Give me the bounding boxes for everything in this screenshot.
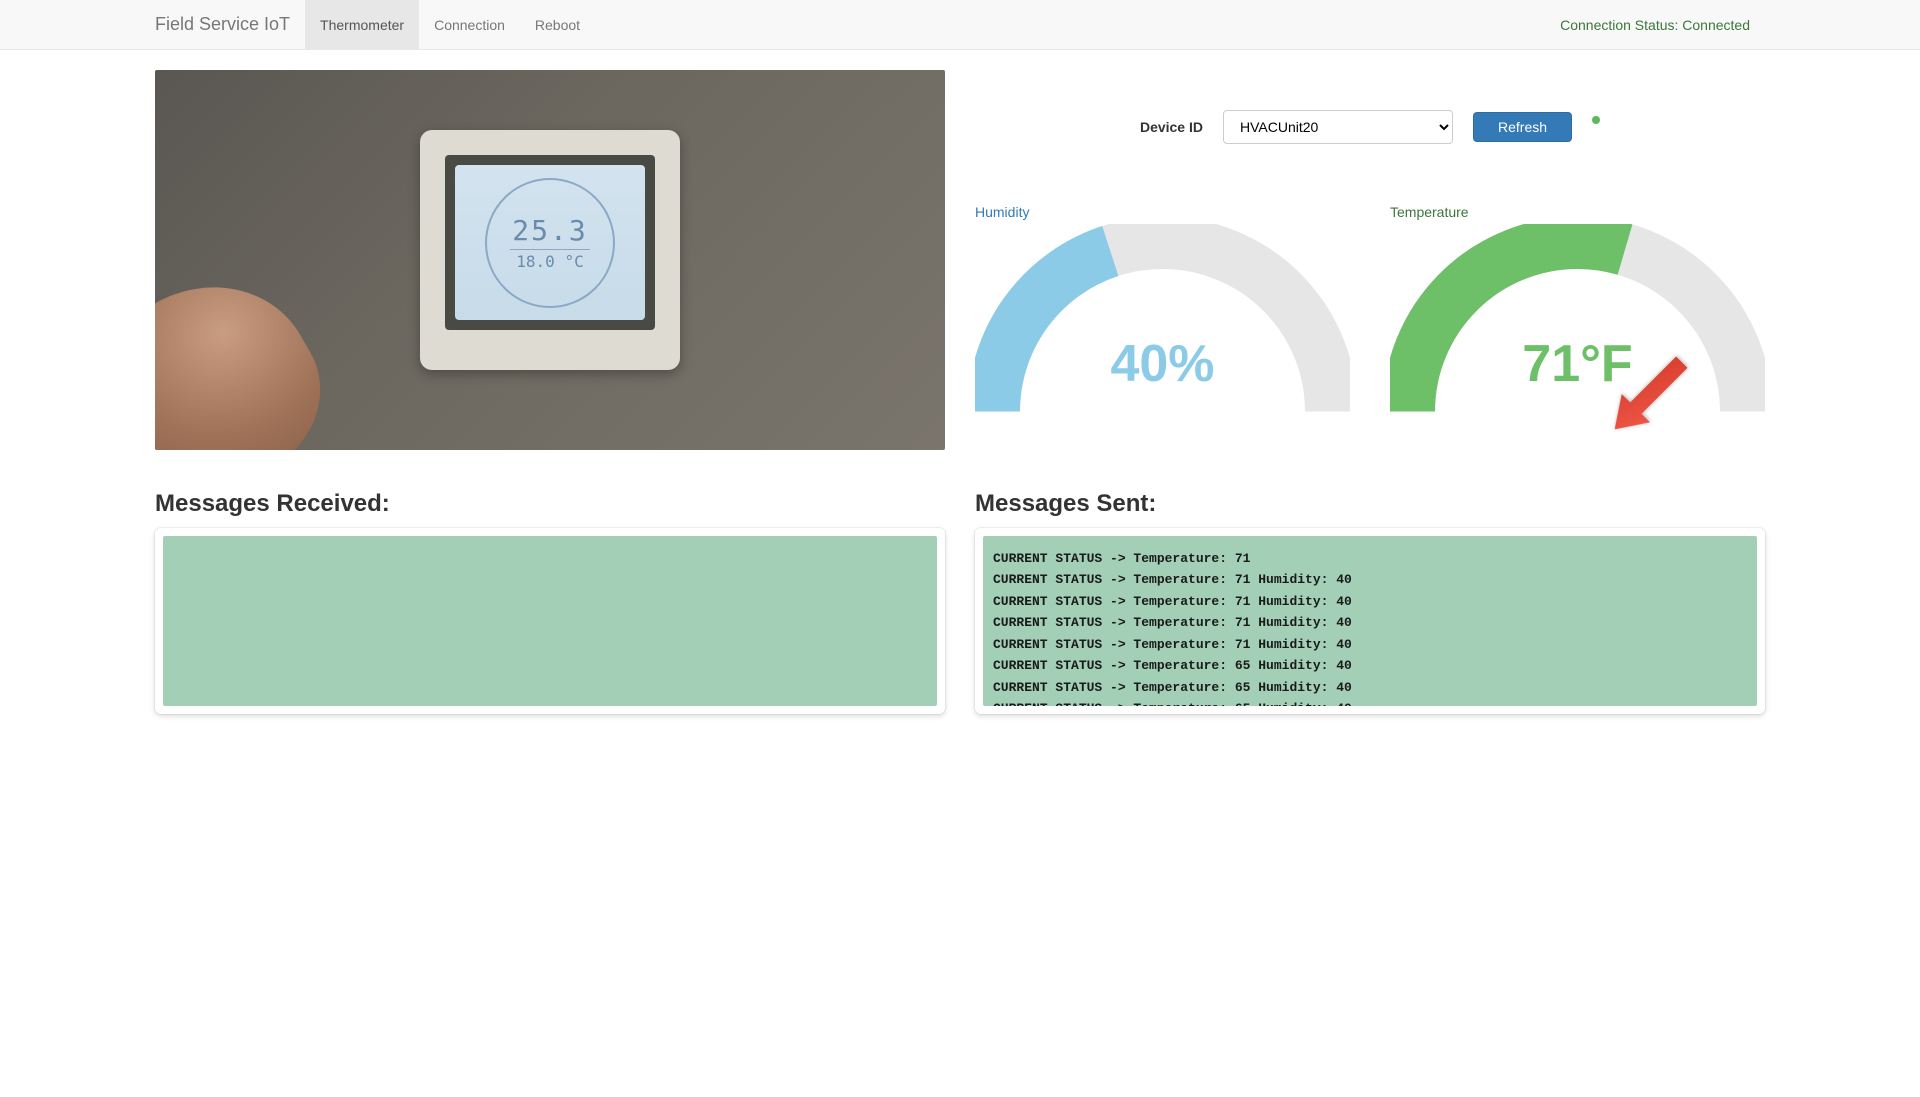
message-line: CURRENT STATUS -> Temperature: 65 Humidi…: [993, 698, 1747, 706]
humidity-label: Humidity: [975, 204, 1350, 220]
temperature-gauge: 71°F: [1390, 224, 1765, 394]
messages-sent-box[interactable]: CURRENT STATUS -> Temperature: 71CURRENT…: [983, 536, 1757, 706]
thermostat-image-col: 25.3 18.0 °C: [155, 70, 945, 450]
messages-received-col: Messages Received:: [155, 490, 945, 714]
thermostat-photo: 25.3 18.0 °C: [155, 70, 945, 450]
thermostat-screen: 25.3 18.0 °C: [455, 165, 645, 320]
temperature-value: 71°F: [1390, 334, 1765, 394]
messages-sent-title: Messages Sent:: [975, 490, 1765, 518]
message-line: CURRENT STATUS -> Temperature: 71 Humidi…: [993, 591, 1747, 612]
humidity-gauge-block: Humidity 40%: [975, 204, 1350, 394]
navbar-brand: Field Service IoT: [155, 14, 305, 35]
message-line: CURRENT STATUS -> Temperature: 71 Humidi…: [993, 634, 1747, 655]
messages-received-title: Messages Received:: [155, 490, 945, 518]
message-line: CURRENT STATUS -> Temperature: 65 Humidi…: [993, 677, 1747, 698]
connection-status: Connection Status: Connected: [1545, 17, 1765, 33]
tab-connection[interactable]: Connection: [419, 0, 520, 49]
humidity-gauge: 40%: [975, 224, 1350, 394]
thermostat-device: 25.3 18.0 °C: [420, 130, 680, 370]
finger-illustration: [155, 248, 350, 450]
tab-reboot[interactable]: Reboot: [520, 0, 595, 49]
device-panel: Device ID HVACUnit20 Refresh Humidity: [975, 70, 1765, 450]
device-controls: Device ID HVACUnit20 Refresh: [975, 110, 1765, 144]
temperature-gauge-block: Temperature 71°F: [1390, 204, 1765, 394]
navbar: Field Service IoT Thermometer Connection…: [0, 0, 1920, 50]
nav-tabs: Thermometer Connection Reboot: [305, 0, 595, 49]
refresh-button[interactable]: Refresh: [1473, 112, 1572, 142]
message-line: CURRENT STATUS -> Temperature: 65 Humidi…: [993, 655, 1747, 676]
tab-thermometer[interactable]: Thermometer: [305, 0, 419, 49]
messages-received-box[interactable]: [163, 536, 937, 706]
messages-received-panel: [155, 528, 945, 714]
message-line: CURRENT STATUS -> Temperature: 71: [993, 548, 1747, 569]
thermostat-sub-reading: 18.0 °C: [516, 252, 583, 271]
thermostat-main-reading: 25.3: [512, 214, 587, 247]
messages-sent-panel: CURRENT STATUS -> Temperature: 71CURRENT…: [975, 528, 1765, 714]
device-id-select[interactable]: HVACUnit20: [1223, 110, 1453, 144]
message-line: CURRENT STATUS -> Temperature: 71 Humidi…: [993, 612, 1747, 633]
device-id-label: Device ID: [1140, 119, 1203, 135]
messages-sent-col: Messages Sent: CURRENT STATUS -> Tempera…: [975, 490, 1765, 714]
humidity-value: 40%: [975, 334, 1350, 394]
status-dot-icon: [1592, 116, 1600, 124]
temperature-label: Temperature: [1390, 204, 1765, 220]
main-container: 25.3 18.0 °C Device ID HVACUnit20 Refres…: [140, 50, 1780, 734]
messages-row: Messages Received: Messages Sent: CURREN…: [155, 490, 1765, 714]
gauges-row: Humidity 40% Temperature: [975, 204, 1765, 394]
message-line: CURRENT STATUS -> Temperature: 71 Humidi…: [993, 569, 1747, 590]
